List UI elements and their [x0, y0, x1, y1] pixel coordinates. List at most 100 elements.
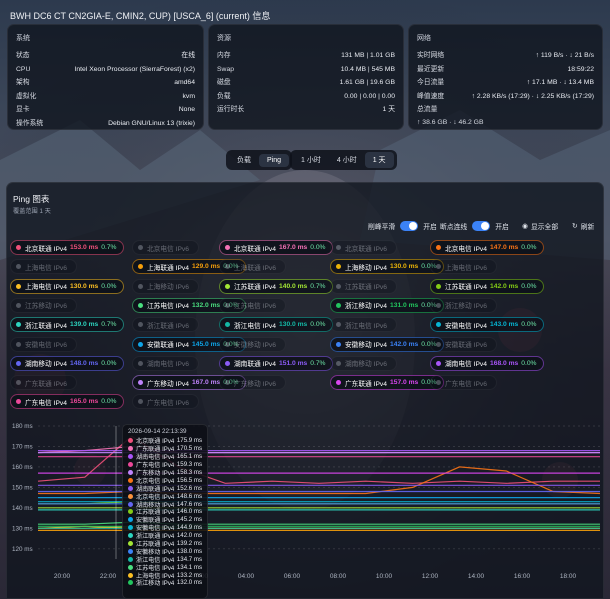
x-tick-label: 04:00	[238, 573, 255, 580]
tooltip-series-value: 145.2 ms	[176, 516, 202, 524]
legend-chip[interactable]: 北京电信 IPv4 147.0 ms 0.0%	[430, 240, 544, 255]
legend-chip[interactable]: 上海移动 IPv6	[132, 278, 199, 294]
legend-chip[interactable]: 湖南电信 IPv4 168.0 ms 0.0%	[430, 355, 544, 371]
x-tick-label: 22:00	[100, 573, 117, 580]
series-dot	[436, 302, 441, 308]
series-dot	[436, 341, 441, 347]
legend-chip[interactable]: 湖南联通 IPv4 151.0 ms 0.7%	[219, 355, 333, 371]
tooltip-dot	[128, 438, 133, 444]
refresh-button[interactable]: ↻ 刷新	[572, 221, 594, 231]
tooltip-dot	[128, 548, 133, 554]
series-latency: 129.0 ms	[192, 263, 221, 271]
smooth-toggle-label: 削峰平滑	[368, 224, 396, 231]
series-dot	[336, 341, 341, 347]
tooltip-dot	[128, 477, 133, 483]
x-tick-label: 18:00	[560, 573, 577, 580]
series-loss: 0.0%	[101, 398, 117, 406]
series-dot	[138, 302, 143, 308]
series-name: 上海电信 IPv4	[25, 284, 67, 292]
legend-chip[interactable]: 江苏电信 IPv6	[219, 297, 286, 313]
series-name: 北京联通 IPv6	[345, 245, 387, 253]
legend-chip[interactable]: 安徽移动 IPv4 142.0 ms 0.0%	[330, 336, 444, 352]
legend-chip[interactable]: 湖南移动 IPv6	[330, 355, 397, 371]
tooltip-row: 浙江移动 IPv4 132.0 ms	[128, 579, 202, 587]
show-all-button[interactable]: ◉ 显示全部	[522, 221, 558, 231]
legend-chip[interactable]: 上海电信 IPv6	[10, 259, 77, 275]
legend-chip[interactable]: 广东移动 IPv6	[219, 375, 286, 391]
legend-chip[interactable]: 浙江电信 IPv4 130.0 ms 0.0%	[219, 317, 333, 333]
series-name: 湖南移动 IPv4	[25, 361, 67, 369]
legend-chip[interactable]: 北京电信 IPv6	[132, 240, 199, 255]
series-name: 上海移动 IPv6	[147, 284, 189, 292]
series-latency: 140.0 ms	[279, 282, 308, 290]
series-name: 浙江联通 IPv6	[147, 322, 189, 330]
legend-chip[interactable]: 北京联通 IPv4 153.0 ms 0.7%	[10, 240, 124, 255]
tooltip-series-value: 134.7 ms	[176, 555, 202, 563]
series-name: 北京联通 IPv4	[234, 245, 276, 253]
connect-gaps-state: 开启	[495, 224, 509, 231]
legend-chip[interactable]: 浙江电信 IPv6	[330, 317, 397, 333]
legend-chip[interactable]: 江苏联通 IPv4 142.0 ms 0.0%	[430, 278, 544, 294]
refresh-label: 刷新	[580, 224, 595, 231]
legend-chip[interactable]: 浙江移动 IPv4 131.0 ms 0.0%	[330, 297, 444, 313]
smooth-toggle[interactable]: 削峰平滑 开启	[368, 221, 437, 231]
series-latency: 145.0 ms	[192, 340, 221, 348]
series-latency: 130.0 ms	[279, 321, 308, 329]
series-latency: 142.0 ms	[390, 340, 419, 348]
series-name: 上海移动 IPv4	[345, 264, 387, 272]
legend-chip[interactable]: 浙江联通 IPv4 139.0 ms 0.7%	[10, 317, 124, 333]
series-name: 上海电信 IPv6	[25, 264, 67, 272]
legend-chip[interactable]: 浙江联通 IPv6	[132, 317, 199, 333]
legend-chip[interactable]: 上海电信 IPv6	[430, 259, 497, 275]
series-latency: 132.0 ms	[192, 301, 221, 309]
series-loss: 0.0%	[101, 359, 117, 367]
series-dot	[336, 322, 341, 328]
legend-chip[interactable]: 广东联通 IPv6	[10, 375, 77, 391]
eye-icon: ◉	[522, 223, 528, 230]
series-name: 北京电信 IPv6	[147, 245, 189, 253]
series-name: 广东联通 IPv6	[25, 380, 67, 388]
connect-gaps-toggle[interactable]: 断点连线 开启	[440, 221, 509, 231]
series-latency: 151.0 ms	[279, 359, 308, 367]
legend-chip[interactable]: 安徽电信 IPv6	[10, 336, 77, 352]
legend-chip[interactable]: 北京联通 IPv4 167.0 ms 0.0%	[219, 240, 333, 255]
legend-chip[interactable]: 湖南移动 IPv4 148.0 ms 0.0%	[10, 355, 124, 371]
series-dot	[436, 283, 441, 289]
legend-chip[interactable]: 安徽移动 IPv6	[219, 336, 286, 352]
legend-chip[interactable]: 浙江移动 IPv6	[430, 297, 497, 313]
legend-chip[interactable]: 北京联通 IPv6	[330, 240, 397, 255]
legend-chip[interactable]: 广东电信 IPv4 165.0 ms 0.0%	[10, 394, 124, 410]
legend-chip[interactable]: 湖南电信 IPv6	[132, 355, 199, 371]
legend-chip[interactable]: 上海联通 IPv6	[219, 259, 286, 275]
connect-gaps-switch[interactable]	[472, 221, 491, 231]
legend-chip[interactable]: 安徽联通 IPv6	[430, 336, 497, 352]
series-name: 江苏移动 IPv6	[25, 303, 67, 311]
legend-chip[interactable]: 广东电信 IPv6	[132, 394, 199, 410]
legend-chip[interactable]: 江苏联通 IPv6	[330, 278, 397, 294]
tooltip-series-value: 175.9 ms	[176, 437, 202, 445]
legend-chip[interactable]: 上海移动 IPv4 130.0 ms 0.0%	[330, 259, 444, 275]
tooltip-series-value: 146.0 ms	[176, 508, 202, 516]
series-latency: 142.0 ms	[490, 282, 519, 290]
series-name: 广东电信 IPv6	[445, 380, 487, 388]
series-latency: 148.0 ms	[70, 359, 99, 367]
tooltip-series-value: 158.3 ms	[176, 469, 202, 476]
legend-chip[interactable]: 安徽电信 IPv4 143.0 ms 0.0%	[430, 317, 544, 333]
tooltip-series-value: 152.6 ms	[176, 484, 202, 492]
legend-chip[interactable]: 广东电信 IPv6	[430, 375, 497, 391]
series-name: 浙江移动 IPv6	[445, 303, 487, 311]
series-dot	[16, 302, 21, 308]
connect-gaps-label: 断点连线	[440, 224, 468, 231]
series-loss: 0.0%	[310, 321, 326, 329]
y-tick-label: 160 ms	[12, 464, 33, 471]
smooth-switch[interactable]	[400, 221, 419, 231]
series-name: 上海联通 IPv4	[147, 264, 189, 272]
series-name: 湖南联通 IPv4	[234, 361, 276, 369]
tooltip-dot	[128, 572, 133, 578]
tooltip-dot	[128, 564, 133, 570]
legend-chip[interactable]: 广东联通 IPv4 157.0 ms 0.0%	[330, 375, 444, 391]
legend-chip[interactable]: 江苏移动 IPv6	[10, 297, 77, 313]
x-tick-label: 12:00	[422, 573, 439, 580]
legend-chip[interactable]: 上海电信 IPv4 130.0 ms 0.0%	[10, 278, 124, 294]
legend-chip[interactable]: 江苏联通 IPv4 140.0 ms 0.7%	[219, 278, 333, 294]
